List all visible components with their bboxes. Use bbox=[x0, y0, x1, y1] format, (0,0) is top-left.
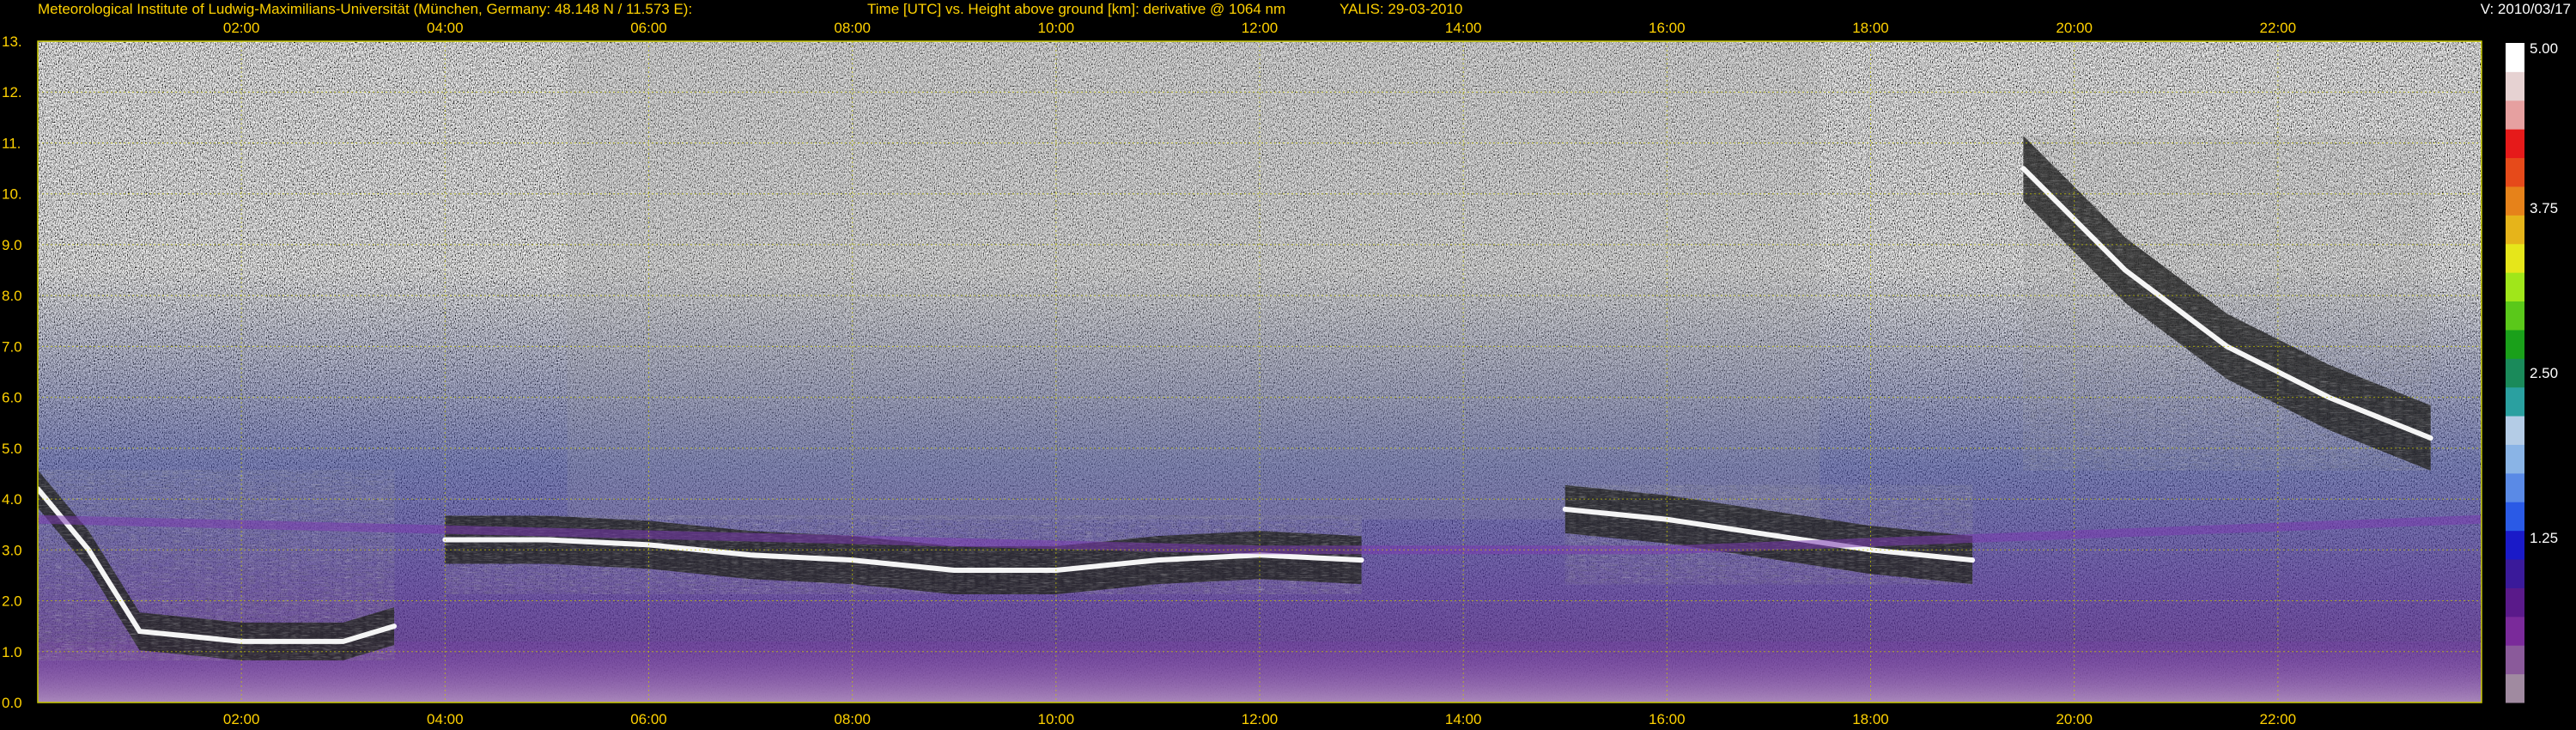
y-tick-label: 9.0 bbox=[2, 237, 22, 253]
y-tick-label: 12. bbox=[2, 84, 22, 100]
colorbar-segment bbox=[2506, 587, 2524, 617]
x-tick-label-bottom: 18:00 bbox=[1852, 711, 1889, 727]
colorbar-segment bbox=[2506, 43, 2524, 72]
colorbar-segment bbox=[2506, 215, 2524, 245]
colorbar-segment bbox=[2506, 71, 2524, 101]
colorbar-segment bbox=[2506, 186, 2524, 216]
colorbar-tick-label: 1.25 bbox=[2530, 530, 2558, 546]
x-tick-label-bottom: 06:00 bbox=[630, 711, 667, 727]
y-tick-label: 7.0 bbox=[2, 338, 22, 355]
colorbar-segment bbox=[2506, 530, 2524, 560]
colorbar-segment bbox=[2506, 416, 2524, 445]
colorbar-segment bbox=[2506, 157, 2524, 187]
colorbar-segment bbox=[2506, 502, 2524, 532]
x-tick-label-bottom: 14:00 bbox=[1445, 711, 1482, 727]
y-tick-label: 13. bbox=[2, 33, 22, 50]
y-tick-label: 8.0 bbox=[2, 288, 22, 304]
colorbar-segment bbox=[2506, 386, 2524, 417]
y-tick-label: 4.0 bbox=[2, 491, 22, 508]
colorbar-segment bbox=[2506, 129, 2524, 159]
x-tick-label-top: 02:00 bbox=[223, 20, 260, 36]
y-tick-label: 11. bbox=[2, 135, 21, 151]
y-tick-label: 5.0 bbox=[2, 441, 22, 457]
x-tick-label-top: 18:00 bbox=[1852, 20, 1889, 36]
y-tick-label: 2.0 bbox=[2, 593, 22, 610]
colorbar-tick-label: 5.00 bbox=[2530, 40, 2558, 57]
colorbar-segment bbox=[2506, 616, 2524, 646]
x-tick-label-bottom: 16:00 bbox=[1649, 711, 1686, 727]
x-tick-label-top: 12:00 bbox=[1242, 20, 1279, 36]
colorbar-segment bbox=[2506, 358, 2524, 388]
x-tick-label-top: 16:00 bbox=[1649, 20, 1686, 36]
lidar-chart: 02:00 02:00 04:00 04:00 06:00 06:00 08:00 08:00… bbox=[2, 20, 2558, 727]
x-tick-label-top: 14:00 bbox=[1445, 20, 1482, 36]
x-tick-label-bottom: 02:00 bbox=[223, 711, 260, 727]
colorbar-segment bbox=[2506, 444, 2524, 474]
x-tick-label-top: 10:00 bbox=[1038, 20, 1075, 36]
x-tick-label-top: 06:00 bbox=[630, 20, 667, 36]
x-tick-label-top: 22:00 bbox=[2260, 20, 2297, 36]
x-tick-label-bottom: 08:00 bbox=[834, 711, 871, 727]
x-tick-label-bottom: 22:00 bbox=[2260, 711, 2297, 727]
colorbar-segment bbox=[2506, 301, 2524, 331]
x-tick-label-bottom: 10:00 bbox=[1038, 711, 1075, 727]
colorbar-segment bbox=[2506, 243, 2524, 273]
colorbar-segment bbox=[2506, 559, 2524, 588]
daytime-band bbox=[567, 41, 1820, 520]
colorbar-segment bbox=[2506, 100, 2524, 130]
x-tick-label-bottom: 20:00 bbox=[2056, 711, 2093, 727]
x-tick-label-top: 04:00 bbox=[427, 20, 464, 36]
y-tick-label: 1.0 bbox=[2, 644, 22, 660]
y-tick-label: 0.0 bbox=[2, 695, 22, 711]
y-tick-label: 3.0 bbox=[2, 542, 22, 558]
y-tick-label: 6.0 bbox=[2, 390, 22, 406]
colorbar-segment bbox=[2506, 472, 2524, 502]
colorbar-segment bbox=[2506, 329, 2524, 359]
colorbar-tick-label: 3.75 bbox=[2530, 200, 2558, 216]
surface-layer bbox=[38, 641, 2482, 703]
colorbar-tick-label: 2.50 bbox=[2530, 365, 2558, 381]
colorbar-segment bbox=[2506, 645, 2524, 675]
x-tick-label-bottom: 12:00 bbox=[1242, 711, 1279, 727]
colorbar-segment bbox=[2506, 673, 2524, 703]
y-tick-label: 10. bbox=[2, 186, 22, 203]
x-tick-label-top: 08:00 bbox=[834, 20, 871, 36]
colorbar-segment bbox=[2506, 272, 2524, 302]
x-tick-label-bottom: 04:00 bbox=[427, 711, 464, 727]
x-tick-label-top: 20:00 bbox=[2056, 20, 2093, 36]
